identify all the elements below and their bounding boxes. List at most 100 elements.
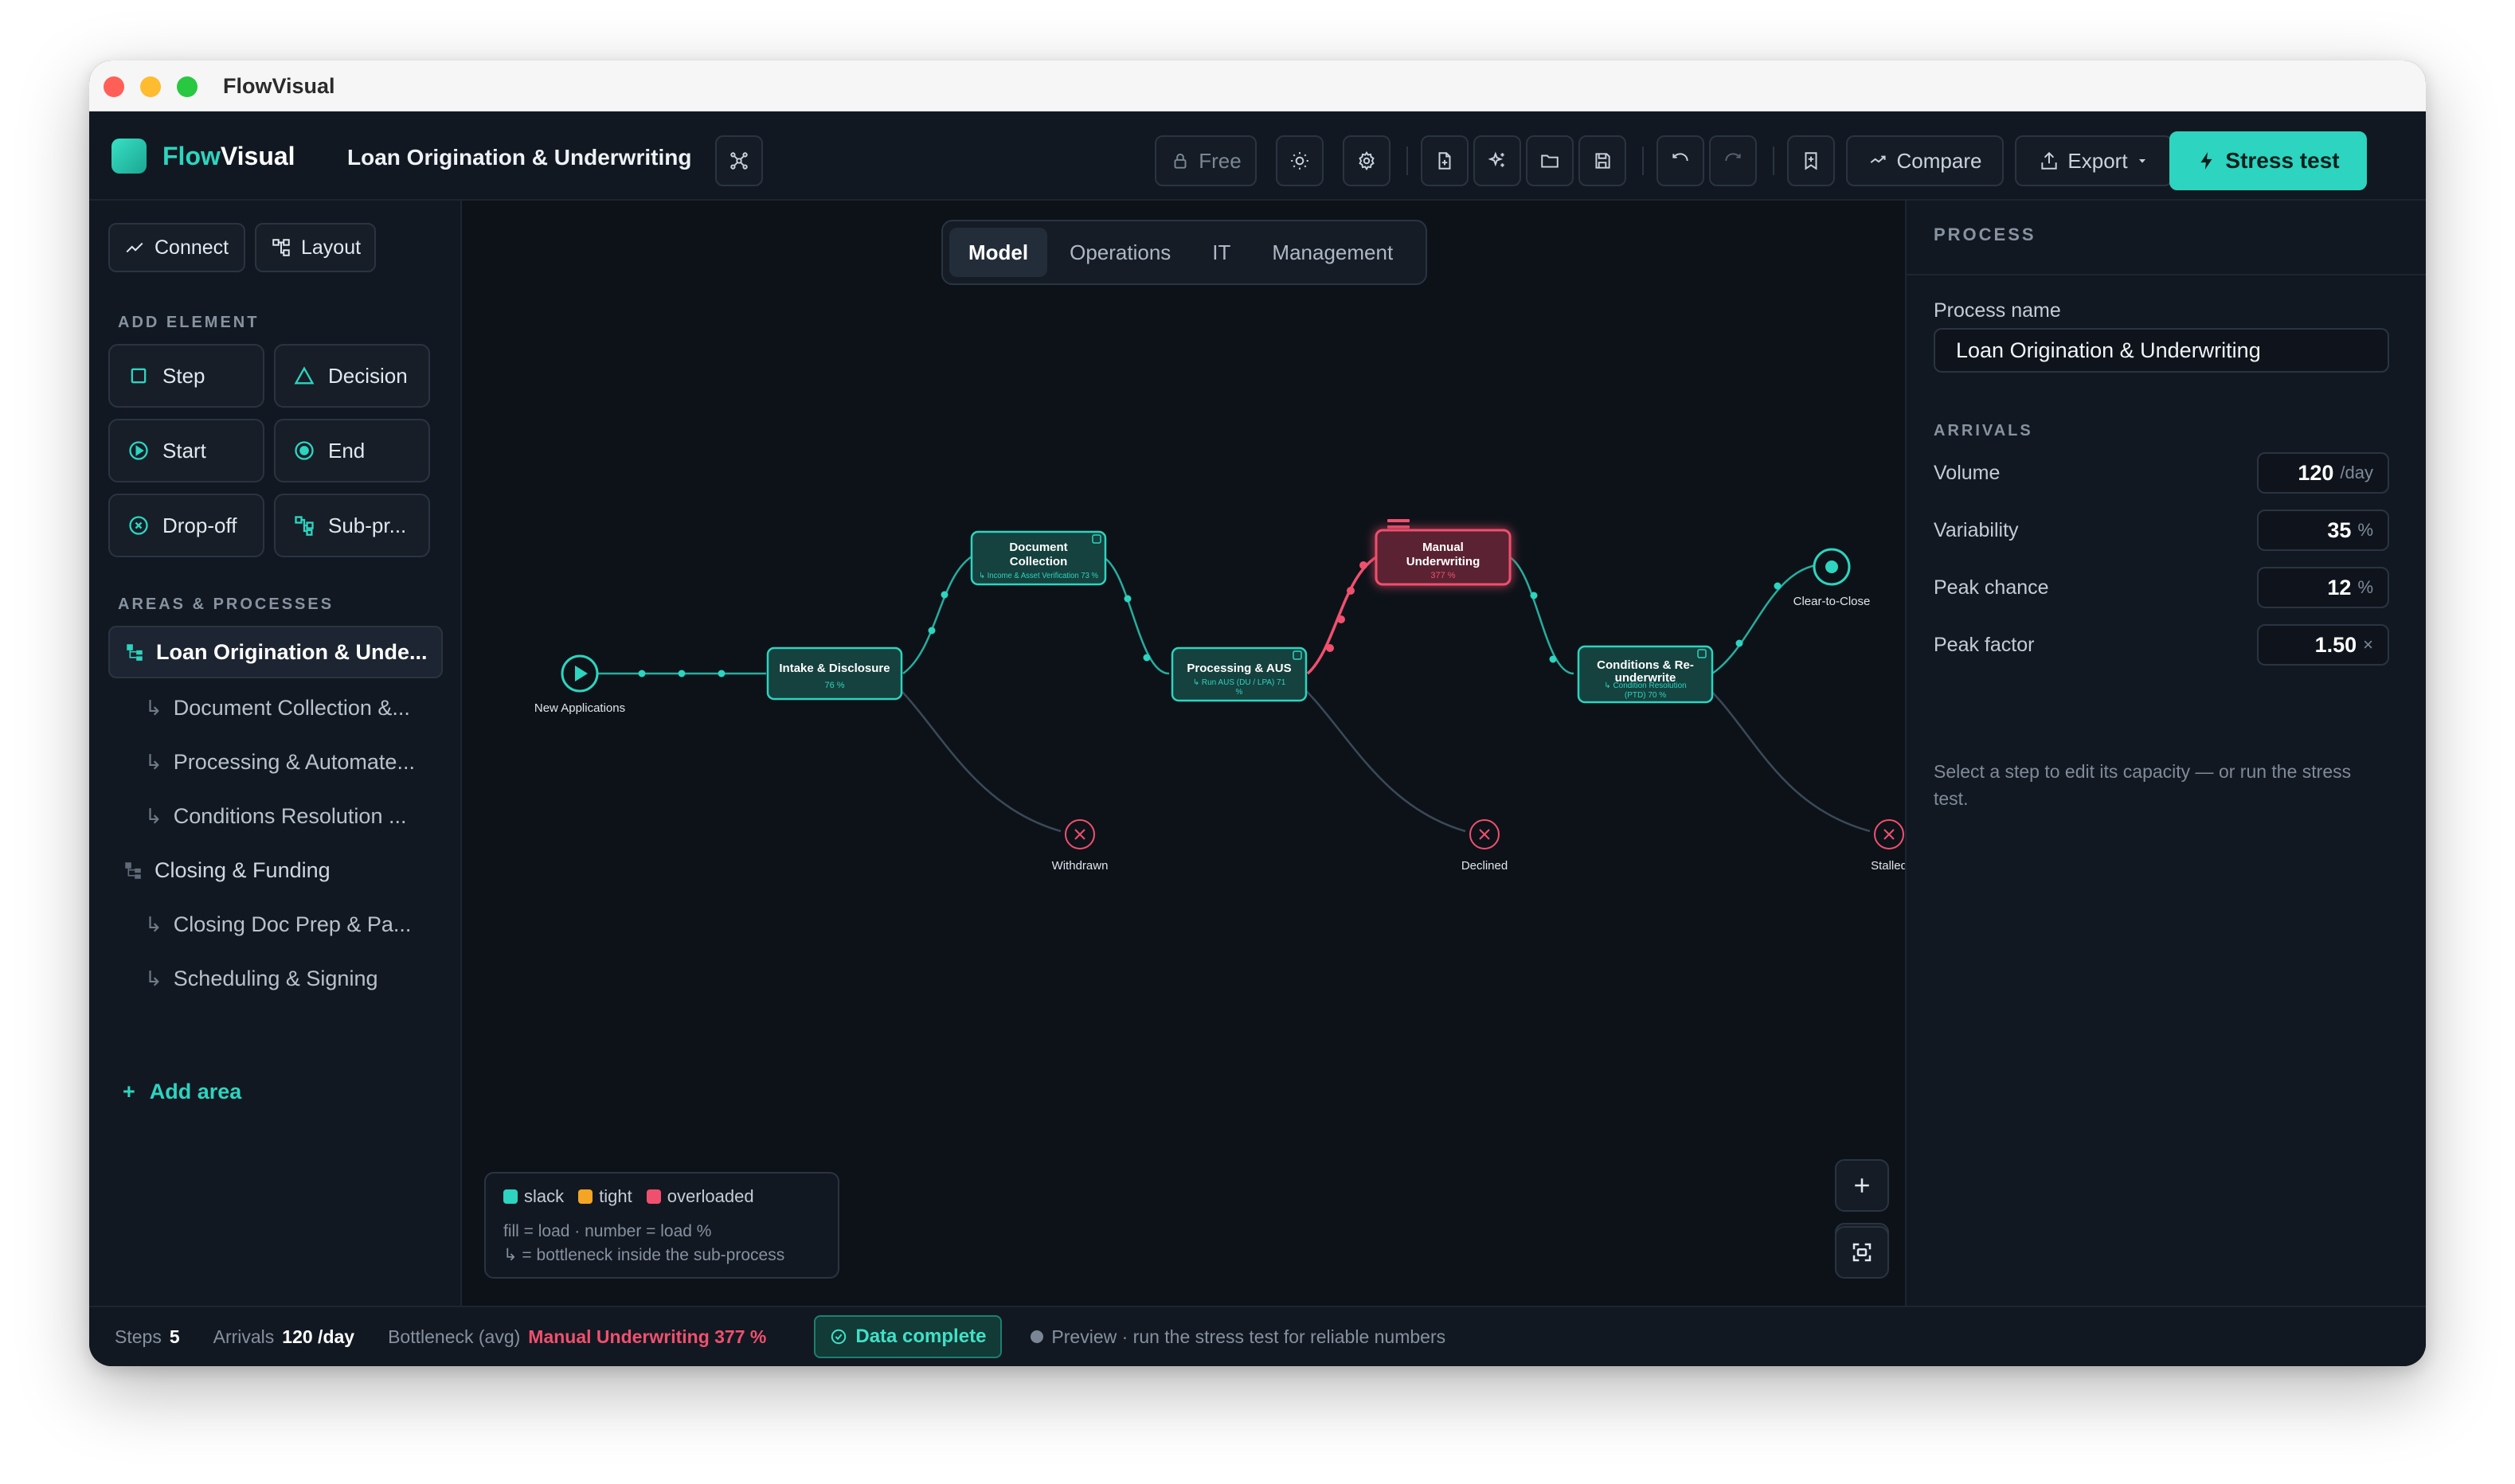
dropoff-declined[interactable]: Declined (1461, 819, 1508, 873)
tree-item-conditions[interactable]: ↳ Conditions Resolution ... (108, 790, 443, 842)
undo-button[interactable] (1656, 135, 1704, 186)
dropoff-withdrawn[interactable]: Withdrawn (1052, 819, 1109, 873)
export-icon (2041, 151, 2058, 170)
sparkle-icon (1488, 151, 1504, 167)
step-intake-disclosure[interactable]: Intake & Disclosure 76 % (766, 646, 903, 701)
add-area-button[interactable]: + Add area (123, 1080, 241, 1104)
toolbar-separator (1406, 146, 1408, 175)
tree-item-closing-doc-prep[interactable]: ↳ Closing Doc Prep & Pa... (108, 898, 443, 951)
dropoff-stalled[interactable]: Stalled (1871, 819, 1905, 873)
redo-button[interactable] (1709, 135, 1757, 186)
peak-chance-unit: % (2357, 577, 2373, 597)
add-start-button[interactable]: Start (108, 419, 264, 482)
peak-factor-label: Peak factor (1934, 633, 2035, 656)
tab-management[interactable]: Management (1253, 228, 1412, 277)
lightning-icon (2200, 152, 2212, 170)
tab-model[interactable]: Model (949, 228, 1048, 277)
tree-item-closing-funding[interactable]: Closing & Funding (108, 844, 443, 896)
ai-assist-button[interactable] (1473, 135, 1521, 186)
add-end-button[interactable]: End (274, 419, 430, 482)
brand-part-visual: Visual (220, 142, 295, 170)
volume-input[interactable]: 120/day (2257, 452, 2389, 494)
toolbar-separator (1642, 146, 1644, 175)
flow-diagram[interactable]: New Applications Intake & Disclosure 76 … (462, 201, 1905, 1306)
legend-slack: slack (503, 1186, 564, 1207)
fit-screen-icon (1852, 1243, 1872, 1262)
volume-field: Volume 120/day (1934, 452, 2389, 494)
start-label: Start (162, 438, 206, 463)
connect-button[interactable]: Connect (108, 223, 245, 272)
undo-icon (1672, 153, 1688, 162)
edge-proc-declined (1296, 681, 1466, 833)
step-document-collection[interactable]: Document Collection ↳ Income & Asset Ver… (970, 530, 1107, 586)
tree-item-label: Processing & Automate... (173, 749, 415, 774)
panel-hint: Select a step to edit its capacity — or … (1934, 761, 2352, 809)
stress-test-label: Stress test (2225, 148, 2340, 173)
free-badge-button[interactable]: Free (1155, 135, 1257, 186)
legend-tight: tight (578, 1186, 632, 1207)
compare-button[interactable]: Compare (1846, 135, 2004, 186)
tree-item-label: Scheduling & Signing (173, 966, 378, 990)
end-node[interactable]: Clear-to-Close (1793, 548, 1871, 608)
flow-canvas[interactable]: New Applications Intake & Disclosure 76 … (462, 201, 1905, 1306)
add-drop-off-button[interactable]: Drop-off (108, 494, 264, 557)
step-label: Step (162, 363, 205, 388)
step-bottleneck-line2: (PTD) 70 % (1625, 691, 1666, 700)
fit-to-screen-button[interactable] (1835, 1226, 1889, 1279)
tight-swatch (578, 1189, 593, 1204)
export-label: Export (2067, 148, 2128, 173)
peak-factor-field: Peak factor 1.50 × (1934, 624, 2389, 666)
step-title-line1: Document (1009, 541, 1067, 554)
panel-header-label: PROCESS (1934, 225, 2036, 244)
maximize-window-button[interactable] (177, 76, 198, 97)
settings-button[interactable] (1343, 135, 1390, 186)
legend-note-1: fill = load · number = load % (503, 1222, 712, 1240)
arrivals-label: Arrivals (213, 1326, 275, 1347)
variability-input[interactable]: 35% (2257, 510, 2389, 551)
chevron-down-icon (2138, 159, 2145, 163)
minimize-window-button[interactable] (140, 76, 161, 97)
legend-slack-label: slack (524, 1186, 565, 1206)
add-step-button[interactable]: Step (108, 344, 264, 408)
preview-dot-icon (1031, 1330, 1044, 1343)
add-decision-button[interactable]: Decision (274, 344, 430, 408)
edge-intake-doc (902, 551, 980, 675)
bottleneck-label: Bottleneck (avg) (388, 1326, 521, 1347)
peak-factor-input[interactable]: 1.50 × (2257, 624, 2389, 666)
peak-chance-value: 12 (2327, 575, 2352, 599)
step-conditions-reunderwrite[interactable]: Conditions & Re- underwrite ↳ Condition … (1577, 645, 1714, 704)
variability-value: 35 (2327, 517, 2352, 542)
panel-header: PROCESS (1907, 201, 2426, 275)
open-folder-button[interactable] (1526, 135, 1574, 186)
tree-item-loan-origination[interactable]: Loan Origination & Unde... (108, 626, 443, 678)
preview-note: Preview · run the stress test for reliab… (1051, 1326, 1446, 1347)
data-complete-badge[interactable]: Data complete (814, 1315, 1003, 1358)
edge-proc-manual (1306, 551, 1387, 675)
export-button[interactable]: Export (2015, 135, 2173, 186)
add-subprocess-button[interactable]: Sub-pr... (274, 494, 430, 557)
bookmark-button[interactable] (1787, 135, 1835, 186)
tab-operations[interactable]: Operations (1050, 228, 1190, 277)
close-window-button[interactable] (104, 76, 124, 97)
layout-button[interactable]: Layout (255, 223, 376, 272)
peak-factor-unit: × (2363, 635, 2373, 654)
network-button[interactable] (715, 135, 763, 186)
save-button[interactable] (1578, 135, 1626, 186)
tree-item-processing[interactable]: ↳ Processing & Automate... (108, 736, 443, 788)
zoom-in-button[interactable] (1835, 1159, 1889, 1212)
tree-item-scheduling[interactable]: ↳ Scheduling & Signing (108, 952, 443, 1005)
child-arrow-icon: ↳ (145, 966, 162, 990)
step-processing-aus[interactable]: Processing & AUS ↳ Run AUS (DU / LPA) 71… (1171, 646, 1308, 702)
tree-item-document-collection[interactable]: ↳ Document Collection &... (108, 681, 443, 734)
step-bottleneck-line1: ↳ Condition Resolution (1604, 681, 1686, 690)
toolbar-separator (1773, 146, 1774, 175)
theme-toggle-button[interactable] (1276, 135, 1324, 186)
step-manual-underwriting[interactable]: Manual Underwriting 377 % (1375, 529, 1512, 586)
tab-it[interactable]: IT (1193, 228, 1250, 277)
process-name-input[interactable]: Loan Origination & Underwriting (1934, 328, 2389, 373)
start-node[interactable]: New Applications (534, 654, 625, 715)
play-circle-icon (129, 441, 148, 460)
peak-chance-input[interactable]: 12% (2257, 567, 2389, 608)
stress-test-button[interactable]: Stress test (2169, 131, 2367, 190)
import-document-button[interactable] (1421, 135, 1469, 186)
